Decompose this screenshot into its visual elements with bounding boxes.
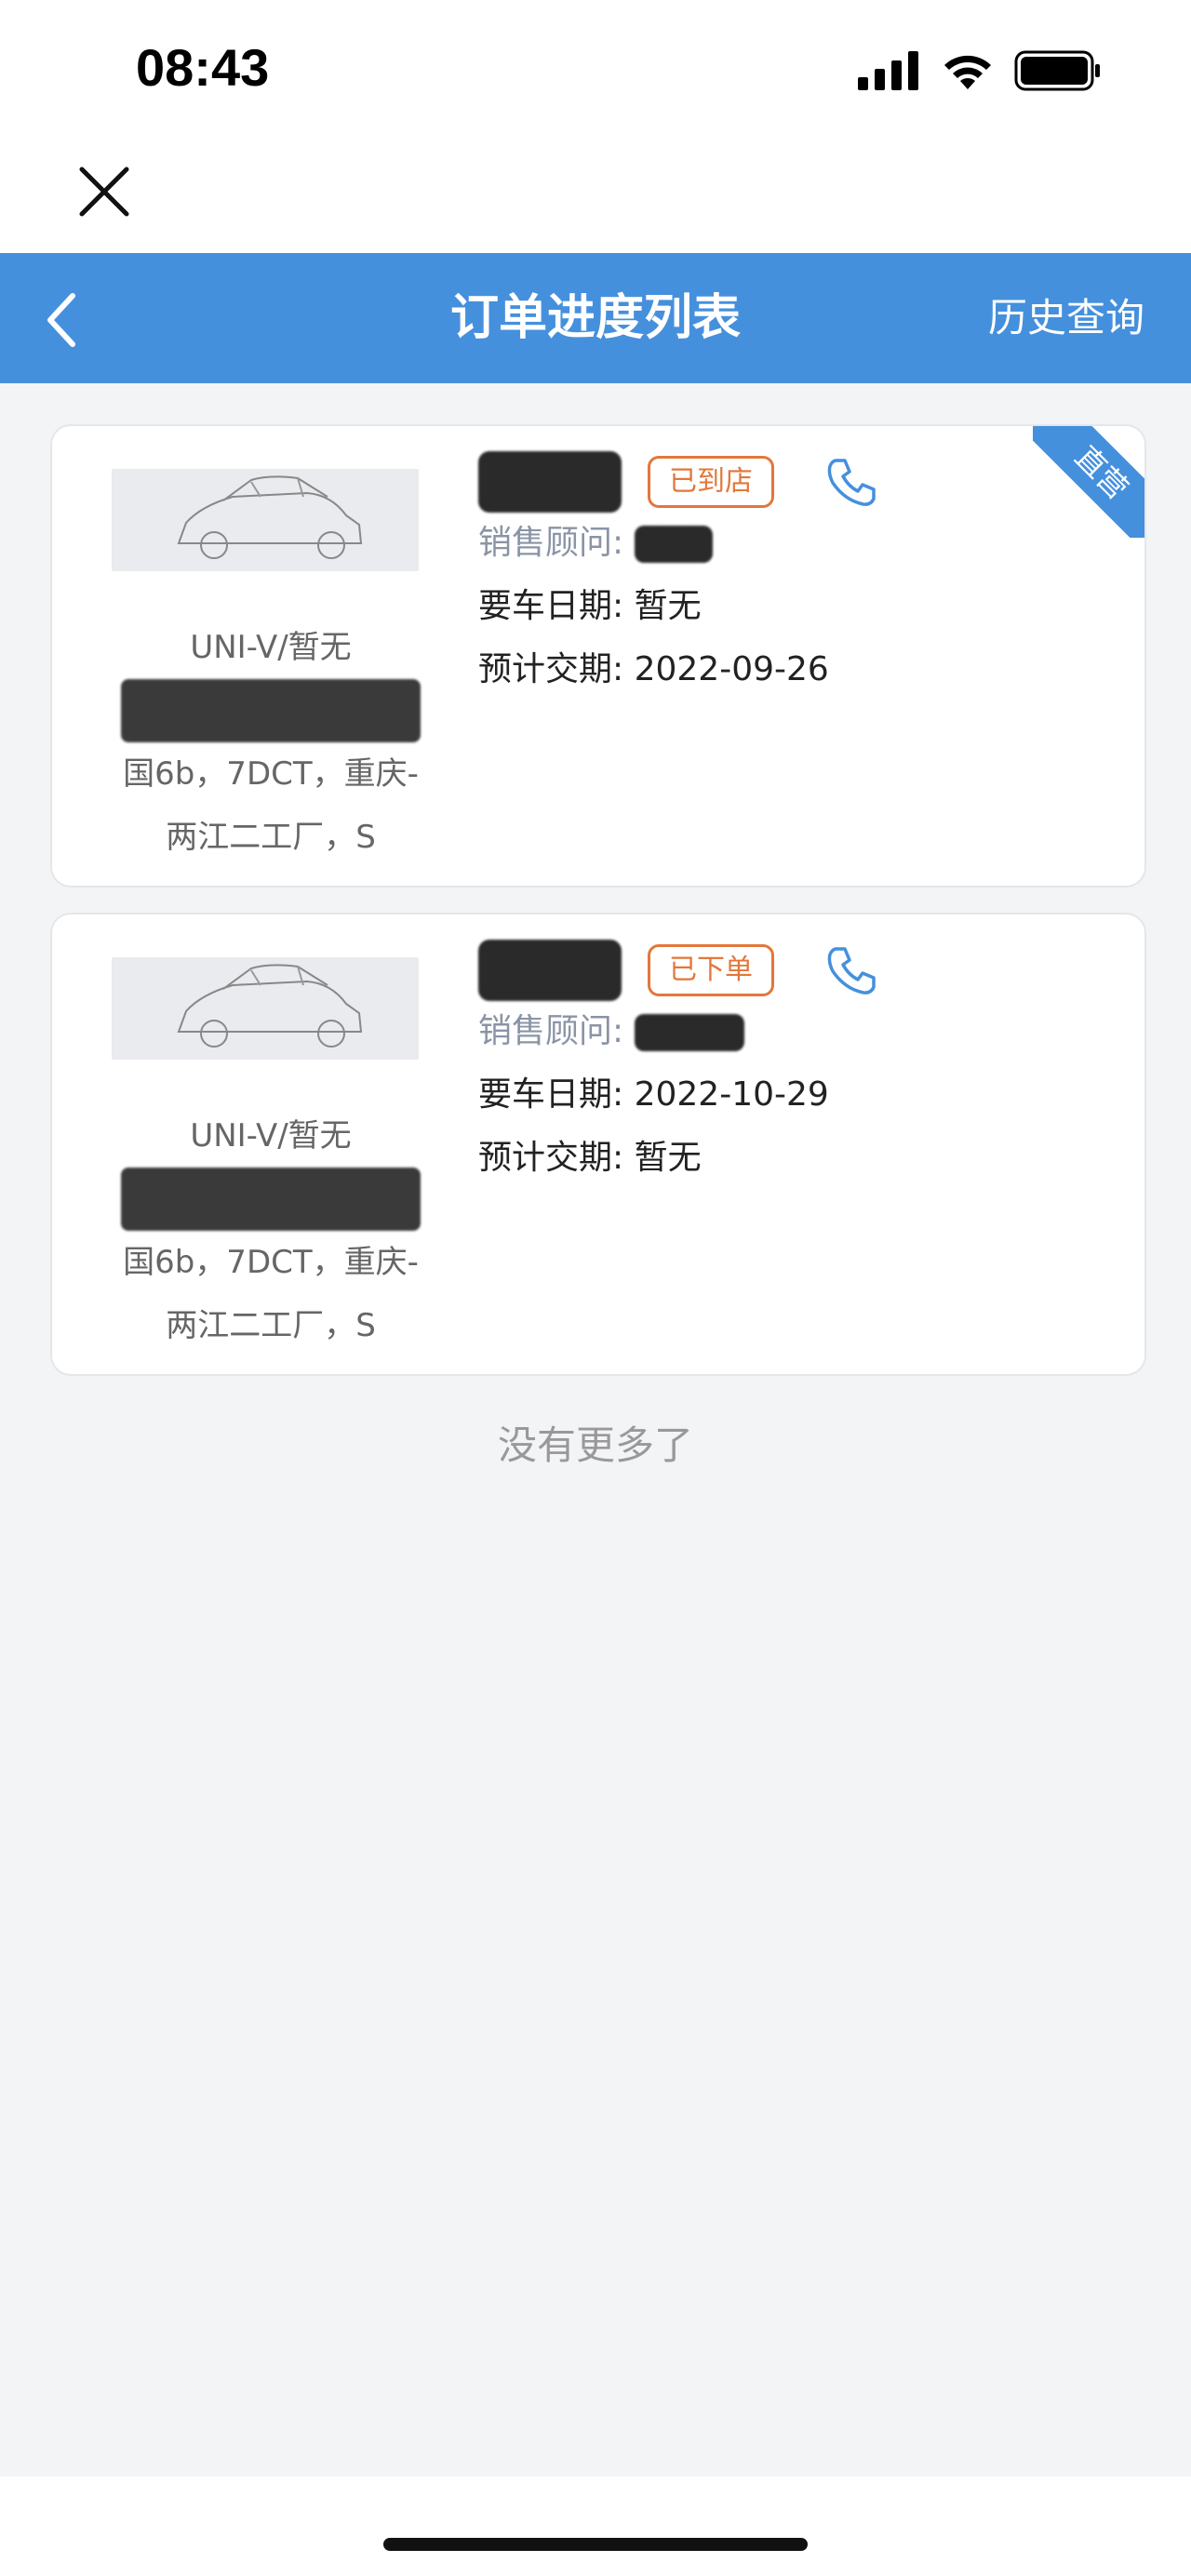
car-thumbnail bbox=[112, 469, 419, 571]
customer-name: 张佳发 bbox=[478, 451, 622, 513]
want-date-label: 要车日期: bbox=[478, 587, 624, 625]
phone-icon[interactable] bbox=[823, 941, 880, 999]
order-card[interactable]: UNI-V/暂无 C281，JL473ZQ7， 国6b，7DCT，重庆- 两江二… bbox=[50, 913, 1146, 1376]
order-card[interactable]: 直营 UNI-V/暂无 C281，JL473ZQ7， 国6b，7DCT，重庆- … bbox=[50, 424, 1146, 888]
close-icon[interactable] bbox=[74, 162, 134, 221]
nav-bar: 订单进度列表 历史查询 bbox=[0, 253, 1191, 383]
advisor-label: 销售顾问: bbox=[478, 1012, 624, 1050]
car-spec: 两江二工厂，S bbox=[166, 1307, 376, 1344]
status-time: 08:43 bbox=[136, 38, 270, 97]
no-more-text: 没有更多了 bbox=[497, 1422, 693, 1468]
car-model: UNI-V/暂无 bbox=[190, 629, 352, 666]
status-icons bbox=[858, 48, 1102, 93]
car-icon bbox=[177, 475, 363, 559]
expected-delivery-label: 预计交期: bbox=[478, 650, 624, 688]
advisor-label: 销售顾问: bbox=[478, 524, 624, 562]
back-arrow-icon[interactable] bbox=[33, 287, 100, 354]
car-icon bbox=[177, 964, 363, 1048]
status-badge: 已下单 bbox=[648, 944, 774, 996]
car-spec-redacted: C281，JL473ZQ7， bbox=[120, 1168, 422, 1231]
car-spec: 国6b，7DCT，重庆- bbox=[123, 1244, 419, 1281]
order-info: 张佳发 已到店 销售顾问: 鑫威 要车日期: 暂无 预计交期: 2022-09-… bbox=[478, 451, 1120, 701]
expected-delivery: 暂无 bbox=[634, 1139, 702, 1177]
car-thumbnail bbox=[112, 957, 419, 1060]
car-spec-redacted: C281，JL473ZQ7， bbox=[120, 679, 422, 742]
advisor-name: 鑫丽云 bbox=[634, 1014, 744, 1051]
expected-delivery-label: 预计交期: bbox=[478, 1139, 624, 1177]
want-date-label: 要车日期: bbox=[478, 1075, 624, 1114]
order-info: 张佳发 已下单 销售顾问: 鑫丽云 要车日期: 2022-10-29 预计交期:… bbox=[478, 940, 1120, 1190]
webview-toolbar bbox=[0, 140, 1191, 253]
home-indicator[interactable] bbox=[383, 2538, 808, 2551]
customer-name: 张佳发 bbox=[478, 940, 622, 1001]
wifi-icon bbox=[944, 55, 991, 89]
advisor-name: 鑫威 bbox=[634, 526, 713, 563]
signal-icon bbox=[858, 51, 918, 90]
status-badge: 已到店 bbox=[648, 456, 774, 508]
car-model: UNI-V/暂无 bbox=[190, 1117, 352, 1155]
want-date: 暂无 bbox=[634, 587, 702, 625]
battery-icon bbox=[1014, 50, 1100, 91]
expected-delivery: 2022-09-26 bbox=[634, 650, 829, 688]
status-bar: 08:43 bbox=[0, 0, 1191, 140]
phone-icon[interactable] bbox=[823, 453, 880, 511]
car-spec: 国6b，7DCT，重庆- bbox=[123, 755, 419, 793]
want-date: 2022-10-29 bbox=[634, 1075, 829, 1114]
car-info: UNI-V/暂无 C281，JL473ZQ7， 国6b，7DCT，重庆- 两江二… bbox=[100, 1104, 441, 1357]
car-spec: 两江二工厂，S bbox=[166, 819, 376, 856]
car-info: UNI-V/暂无 C281，JL473ZQ7， 国6b，7DCT，重庆- 两江二… bbox=[100, 616, 441, 869]
history-query-button[interactable]: 历史查询 bbox=[988, 253, 1144, 383]
home-area bbox=[0, 2476, 1191, 2576]
